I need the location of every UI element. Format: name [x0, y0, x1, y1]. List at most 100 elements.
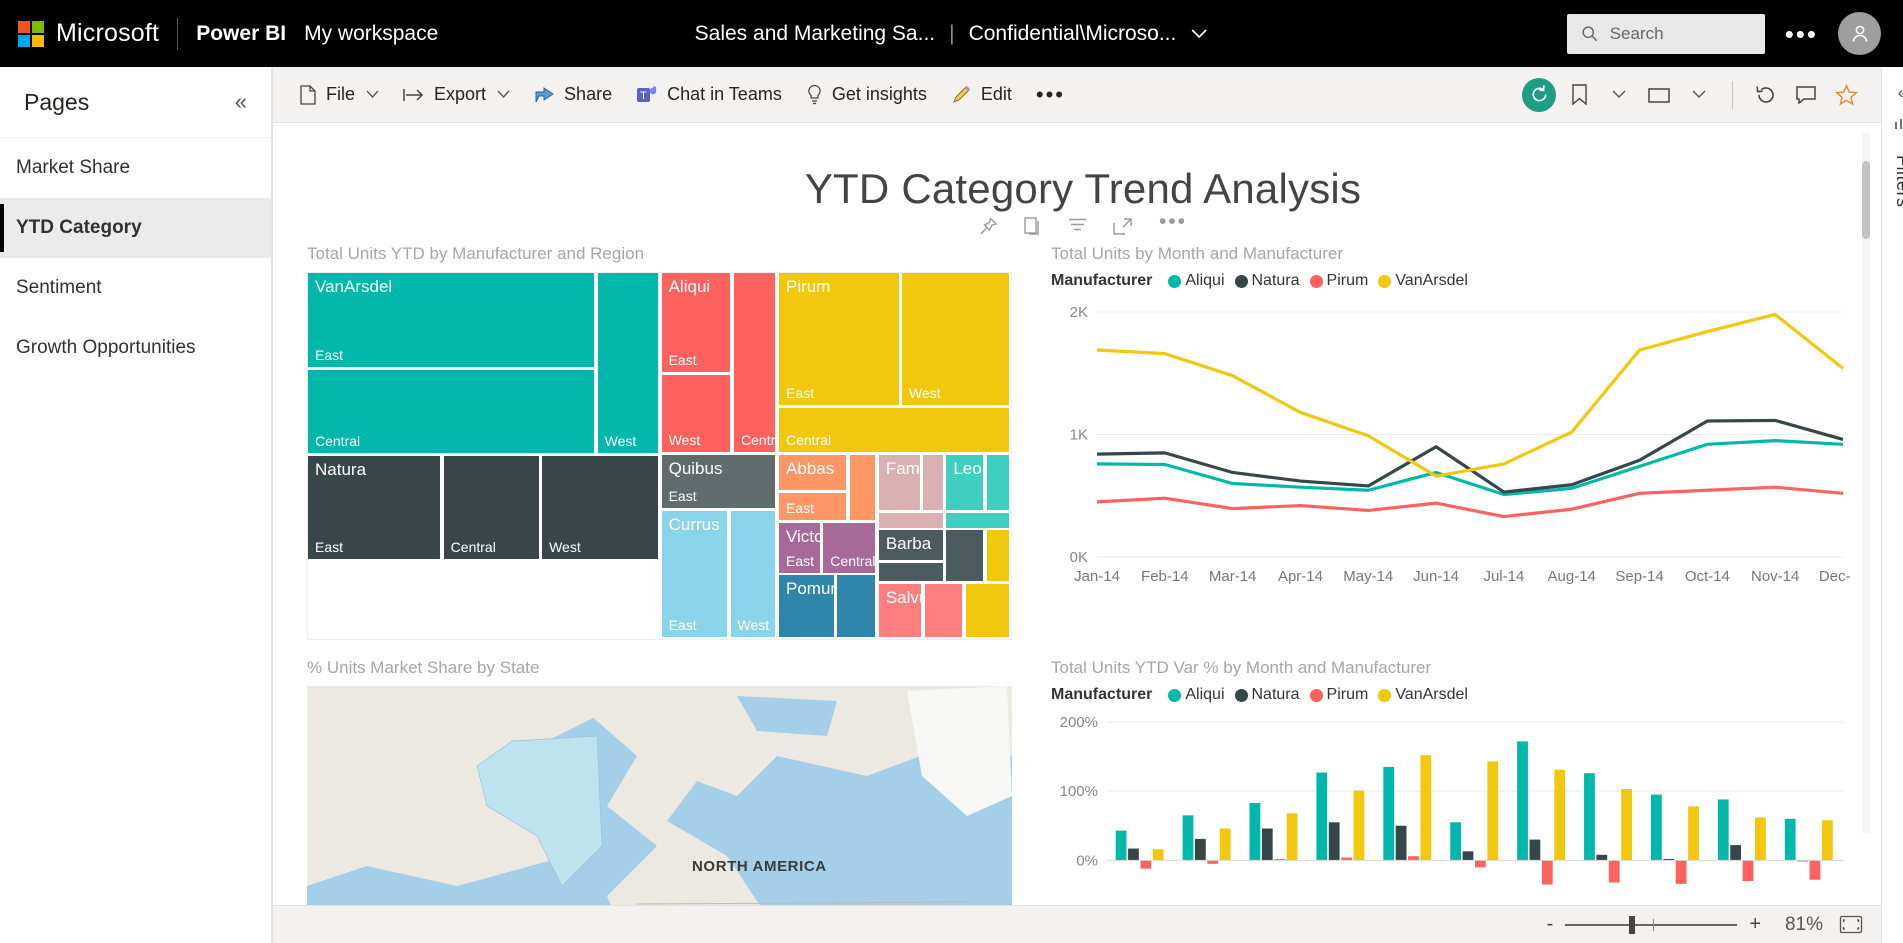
treemap-cell[interactable]	[946, 530, 984, 582]
filters-icon[interactable]	[1894, 117, 1903, 133]
treemap-cell[interactable]: Central	[308, 369, 595, 454]
bar-pirum[interactable]	[1475, 860, 1486, 868]
bookmark-icon[interactable]	[1562, 78, 1596, 112]
treemap-cell[interactable]	[878, 512, 943, 528]
treemap-cell[interactable]: Central	[823, 522, 876, 573]
bar-natura[interactable]	[1529, 839, 1541, 861]
treemap-cell[interactable]	[923, 454, 943, 511]
bar-vanarsdel[interactable]	[1152, 849, 1164, 861]
file-menu-button[interactable]: File	[287, 75, 391, 115]
treemap-cell[interactable]: West	[597, 273, 658, 454]
treemap-cell[interactable]: East	[779, 492, 847, 521]
treemap-cell[interactable]: Pomum	[779, 575, 834, 638]
get-insights-button[interactable]: Get insights	[794, 75, 939, 115]
bar-aliqui[interactable]	[1450, 822, 1462, 861]
bar-pirum[interactable]	[1541, 860, 1553, 885]
treemap-cell[interactable]: Pirum East	[779, 273, 900, 406]
bar-aliqui[interactable]	[1182, 815, 1194, 861]
treemap-cell[interactable]: Central	[779, 407, 1010, 452]
bar-pirum[interactable]	[1742, 860, 1754, 882]
bar-pirum[interactable]	[1675, 860, 1687, 884]
line-series-vanarsdel[interactable]	[1096, 312, 1844, 478]
zoom-in-button[interactable]: +	[1749, 913, 1761, 936]
bar-vanarsdel[interactable]	[1755, 817, 1766, 861]
bar-vanarsdel[interactable]	[1621, 789, 1632, 861]
bar-aliqui[interactable]	[1784, 818, 1796, 861]
filters-label[interactable]: Filters	[1892, 155, 1903, 208]
scrollbar-thumb[interactable]	[1862, 161, 1870, 239]
sensitivity-label[interactable]: Confidential\Microso...	[969, 22, 1177, 46]
treemap-cell[interactable]: Victoria East	[779, 522, 820, 573]
sidebar-item-growth-opportunities[interactable]: Growth Opportunities	[0, 318, 271, 378]
bar-natura[interactable]	[1395, 825, 1407, 861]
bar-natura[interactable]	[1596, 854, 1608, 861]
bar-aliqui[interactable]	[1115, 830, 1127, 861]
comment-icon[interactable]	[1789, 78, 1823, 112]
treemap-cell[interactable]: VanArsdel East	[308, 273, 595, 368]
bar-vanarsdel[interactable]	[1554, 769, 1566, 861]
line-chart-visual[interactable]: Total Units by Month and Manufacturer Ma…	[1051, 244, 1851, 640]
reset-icon[interactable]	[1522, 77, 1556, 112]
treemap-cell[interactable]	[924, 583, 963, 638]
fit-to-page-icon[interactable]	[1837, 914, 1865, 936]
treemap-cell[interactable]: West	[730, 510, 775, 638]
legend-item-pirum[interactable]: Pirum	[1309, 272, 1368, 290]
collapse-pane-icon[interactable]: «	[235, 89, 247, 115]
canvas-vertical-scrollbar[interactable]	[1862, 133, 1870, 833]
bar-natura[interactable]	[1328, 822, 1340, 861]
treemap-cell[interactable]: Central	[443, 456, 540, 559]
view-icon[interactable]	[1642, 78, 1676, 112]
export-menu-button[interactable]: Export	[391, 75, 522, 115]
chevron-down-icon[interactable]	[1190, 28, 1208, 40]
bar-pirum[interactable]	[1140, 860, 1152, 869]
share-button[interactable]: Share	[522, 75, 624, 115]
refresh-icon[interactable]	[1749, 78, 1783, 112]
zoom-slider[interactable]	[1565, 915, 1738, 934]
treemap-cell[interactable]: Fama	[878, 454, 920, 511]
report-scroll-area[interactable]: YTD Category Trend Analysis ••• Total Un…	[273, 123, 1881, 943]
zoom-control[interactable]: - +	[1547, 913, 1761, 936]
bar-pirum[interactable]	[1408, 856, 1419, 861]
bar-chart-plot[interactable]: 0% 100% 200%	[1051, 710, 1851, 910]
bar-aliqui[interactable]	[1249, 802, 1261, 861]
bar-aliqui[interactable]	[1650, 794, 1662, 861]
treemap-plot[interactable]: VanArsdel East Central West Natura East Centra…	[307, 272, 1012, 640]
legend-item-aliqui[interactable]: Aliqui	[1168, 272, 1225, 290]
treemap-cell[interactable]: Salvus	[878, 583, 921, 638]
sidebar-item-sentiment[interactable]: Sentiment	[0, 258, 271, 318]
bar-vanarsdel[interactable]	[1219, 828, 1231, 861]
legend-item-natura[interactable]: Natura	[1234, 686, 1300, 704]
bar-vanarsdel[interactable]	[1688, 806, 1699, 861]
treemap-cell[interactable]	[878, 562, 943, 582]
pin-icon[interactable]	[979, 217, 998, 236]
bar-pirum[interactable]	[1608, 860, 1620, 883]
treemap-cell[interactable]	[850, 454, 876, 521]
bar-aliqui[interactable]	[1584, 773, 1595, 861]
zoom-out-button[interactable]: -	[1547, 913, 1554, 936]
treemap-cell[interactable]: Abbas	[779, 454, 847, 490]
powerbi-wordmark[interactable]: Power BI	[196, 22, 286, 46]
bar-chart-visual[interactable]: Total Units YTD Var % by Month and Manuf…	[1051, 658, 1851, 943]
legend-item-aliqui[interactable]: Aliqui	[1168, 686, 1225, 704]
sidebar-item-market-share[interactable]: Market Share	[0, 138, 271, 198]
legend-item-vanarsdel[interactable]: VanArsdel	[1378, 272, 1468, 290]
favorite-icon[interactable]	[1829, 78, 1863, 112]
chevron-down-icon[interactable]	[1602, 78, 1636, 112]
workspace-name[interactable]: My workspace	[304, 22, 438, 46]
treemap-cell[interactable]: Barba	[878, 530, 943, 560]
treemap-cell[interactable]: Central	[734, 273, 775, 452]
treemap-cell[interactable]: Natura East	[308, 456, 441, 559]
treemap-cell[interactable]	[946, 512, 1010, 528]
edit-button[interactable]: Edit	[939, 75, 1024, 115]
treemap-cell[interactable]: West	[902, 273, 1010, 406]
treemap-cell[interactable]: Aliqui East	[661, 273, 731, 373]
copy-icon[interactable]	[1024, 217, 1042, 236]
bar-aliqui[interactable]	[1517, 741, 1528, 861]
bar-natura[interactable]	[1128, 848, 1139, 861]
line-series-pirum[interactable]	[1096, 485, 1844, 519]
sidebar-item-ytd-category[interactable]: YTD Category	[0, 198, 271, 258]
chevron-down-icon[interactable]	[366, 90, 379, 99]
line-series-natura[interactable]	[1096, 418, 1844, 494]
microsoft-brand[interactable]: Microsoft	[0, 19, 159, 48]
avatar[interactable]	[1838, 12, 1881, 55]
